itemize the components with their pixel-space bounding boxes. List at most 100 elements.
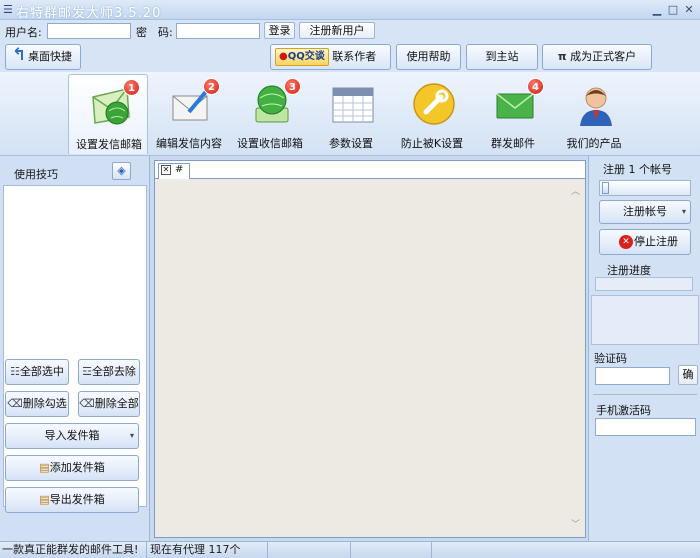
desktop-shortcut-button[interactable]: ↰ 桌面快捷 [5,44,81,70]
register-user-button[interactable]: 注册新用户 [299,22,375,39]
tab-label: 我们的产品 [566,137,622,150]
delete-all-button[interactable]: ⌫删除全部 [78,391,140,417]
status-cell [269,542,351,558]
user-avatar-icon [580,87,612,126]
login-bar: 用户名: 密 码: 登录 注册新用户 [0,20,700,42]
vertical-scrollbar[interactable]: ︿ ﹀ [567,181,584,535]
tab-badge: 2 [203,78,220,95]
username-input[interactable] [47,23,131,39]
deselect-all-button[interactable]: ☲全部去除 [78,359,140,385]
tips-title: 使用技巧 [14,168,58,181]
tab-badge: 1 [123,79,140,96]
document-tab-strip: ✕ # [155,161,585,179]
progress-label: 注册进度 [607,264,651,277]
export-mailbox-icon: ▤ [39,493,50,506]
tool-bar: ↰ 桌面快捷 ●QQ交谈 联系作者 使用帮助 到主站 π 成为正式客户 [0,42,700,72]
phone-code-label: 手机激活码 [596,404,651,417]
divider [593,394,697,395]
register-count-label: 注册 1 个帐号 [603,163,672,176]
stop-register-button[interactable]: ✕ 停止注册 [599,229,691,255]
document-frame: ✕ # ︿ ﹀ [154,160,586,538]
close-icon[interactable]: ✕ [682,3,696,17]
status-slogan: 一款真正能群发的邮件工具! [0,542,147,558]
close-icon[interactable]: ✕ [161,165,171,175]
tab-set-send-mailbox[interactable]: 1 设置发信邮箱 [68,74,148,154]
become-customer-label: 成为正式客户 [570,50,637,63]
tab-badge: 4 [527,78,544,95]
export-outbox-button[interactable]: ▤导出发件箱 [5,487,139,513]
tab-mass-mail[interactable]: 4 群发邮件 [473,74,553,154]
tab-anti-block-settings[interactable]: 防止被K设置 [392,74,472,154]
tab-badge: 3 [284,78,301,95]
slider-thumb[interactable] [602,182,609,194]
tab-label: 参数设置 [329,137,373,150]
deselect-all-label: 全部去除 [91,365,136,378]
scroll-up-icon[interactable]: ︿ [571,184,580,197]
checklist-icon: ☷ [10,365,20,378]
tab-label: 群发邮件 [491,137,535,150]
system-menu-icon[interactable]: ☰ [3,3,13,16]
import-outbox-dropdown[interactable]: 导入发件箱 ▾ [5,423,139,449]
document-canvas[interactable] [155,180,585,537]
select-all-button[interactable]: ☷全部选中 [5,359,69,385]
tab-label: 设置发信邮箱 [76,138,142,151]
desktop-shortcut-label: 桌面快捷 [28,50,72,63]
main-site-button[interactable]: 到主站 [466,44,538,70]
qq-chat-badge: ●QQ交谈 [275,48,329,66]
chevron-down-icon: ▾ [129,431,134,440]
export-outbox-label: 导出发件箱 [49,493,105,506]
captcha-label: 验证码 [594,352,627,365]
tab-set-receive-mailbox[interactable]: 3 设置收信邮箱 [230,74,310,154]
title-bar: ☰ 右特群邮发大师3.5.20 ▁ □ ✕ [0,0,700,21]
register-count-slider[interactable] [599,180,691,196]
captcha-input[interactable] [595,367,670,385]
add-outbox-button[interactable]: ▤添加发件箱 [5,455,139,481]
tab-label: 设置收信邮箱 [237,137,303,150]
curved-arrow-icon: ↰ [12,45,27,65]
right-panel: 注册 1 个帐号 注册帐号 ▾ ✕ 停止注册 注册进度 验证码 确 手机激活码 [588,156,700,541]
password-label: 密 码: [136,26,173,39]
eraser-icon: ⌫ [7,397,23,410]
import-outbox-label: 导入发件箱 [44,429,100,442]
delete-checked-button[interactable]: ⌫删除勾选 [5,391,69,417]
minimize-icon[interactable]: ▁ [650,3,664,17]
select-all-label: 全部选中 [19,365,64,378]
calendar-settings-icon [332,87,374,123]
delete-checked-label: 删除勾选 [22,397,67,410]
stop-icon: ✕ [619,235,633,249]
ribbon: 1 设置发信邮箱 2 编辑发信内容 3 设置收信邮箱 参数设置 防止被K设置 4… [0,72,700,156]
password-input[interactable] [176,23,260,39]
add-mailbox-icon: ▤ [39,461,50,474]
contact-author-button[interactable]: ●QQ交谈 联系作者 [270,44,391,70]
maximize-icon[interactable]: □ [666,3,680,17]
register-log-box [591,295,699,345]
main-content-area: ✕ # ︿ ﹀ [151,156,588,541]
username-label: 用户名: [5,26,42,39]
qq-badge-label: QQ交谈 [287,51,325,62]
left-panel: 使用技巧 ◈ ☷全部选中 ☲全部去除 ⌫删除勾选 ⌫删除全部 导入发件箱 ▾ ▤… [0,156,150,541]
login-button[interactable]: 登录 [264,22,295,39]
clear-list-icon: ☲ [82,365,92,378]
eraser-icon: ⌫ [79,397,95,410]
tab-label: 编辑发信内容 [156,137,222,150]
status-cell [352,542,432,558]
register-progress-bar [595,277,693,291]
document-tab[interactable]: ✕ # [158,163,190,179]
tab-label: 防止被K设置 [400,137,464,150]
tips-toggle-icon[interactable]: ◈ [112,162,131,180]
add-outbox-label: 添加发件箱 [49,461,105,474]
register-account-label: 注册帐号 [623,205,667,218]
become-customer-button[interactable]: π 成为正式客户 [542,44,652,70]
tab-our-products[interactable]: 我们的产品 [554,74,634,154]
qq-penguin-icon: ● [279,51,288,62]
scroll-down-icon[interactable]: ﹀ [571,517,580,530]
register-account-dropdown[interactable]: 注册帐号 ▾ [599,200,691,224]
tab-edit-content[interactable]: 2 编辑发信内容 [149,74,229,154]
confirm-captcha-button[interactable]: 确 [678,365,698,385]
tab-parameter-settings[interactable]: 参数设置 [311,74,391,154]
status-proxy-count: 现在有代理 117个 [148,542,268,558]
phone-code-input[interactable] [595,418,696,436]
help-button[interactable]: 使用帮助 [396,44,461,70]
window-title: 右特群邮发大师3.5.20 [16,6,162,21]
wrench-icon [413,83,455,125]
